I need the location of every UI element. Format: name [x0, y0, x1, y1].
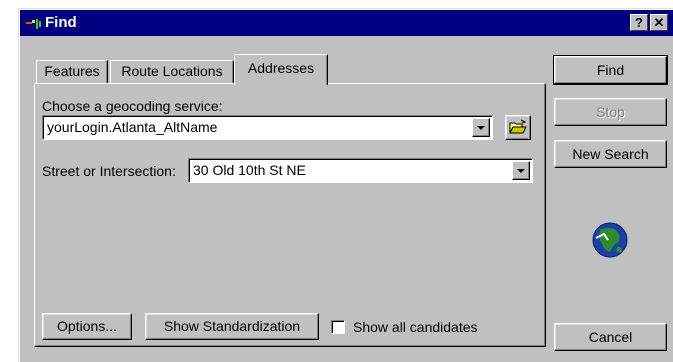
geocoding-service-select[interactable]: yourLogin.Atlanta_AltName	[42, 115, 493, 140]
stop-button[interactable]: Stop	[554, 98, 667, 126]
browse-folder-button[interactable]	[505, 115, 531, 140]
show-all-candidates-label: Show all candidates	[353, 319, 478, 335]
street-label: Street or Intersection:	[42, 163, 176, 179]
find-dialog: Find ? ✕ Features Route Locations Addres…	[18, 8, 673, 362]
new-search-button[interactable]: New Search	[554, 140, 667, 168]
globe-icon	[592, 222, 628, 258]
title-bar: Find ? ✕	[20, 10, 673, 36]
show-standardization-button[interactable]: Show Standardization	[145, 313, 319, 340]
window-title: Find	[45, 14, 77, 31]
open-folder-icon	[509, 119, 527, 134]
street-value: 30 Old 10th St NE	[193, 162, 306, 178]
cancel-button[interactable]: Cancel	[554, 323, 667, 351]
show-all-candidates-checkbox[interactable]	[331, 320, 345, 334]
help-button[interactable]: ?	[630, 14, 648, 31]
addresses-panel: Choose a geocoding service: yourLogin.At…	[34, 83, 546, 347]
street-input[interactable]: 30 Old 10th St NE	[188, 158, 533, 183]
find-button[interactable]: Find	[553, 55, 668, 85]
close-button[interactable]: ✕	[650, 14, 668, 31]
geocoding-service-value: yourLogin.Atlanta_AltName	[47, 119, 218, 135]
tab-addresses[interactable]: Addresses	[234, 54, 328, 85]
chevron-down-icon[interactable]	[512, 161, 530, 180]
geocoding-service-label: Choose a geocoding service:	[42, 98, 223, 114]
chevron-down-icon[interactable]	[472, 118, 490, 137]
tab-route-locations[interactable]: Route Locations	[110, 60, 234, 84]
options-button[interactable]: Options...	[42, 313, 132, 340]
tab-features[interactable]: Features	[36, 60, 108, 84]
find-app-icon	[26, 19, 41, 29]
